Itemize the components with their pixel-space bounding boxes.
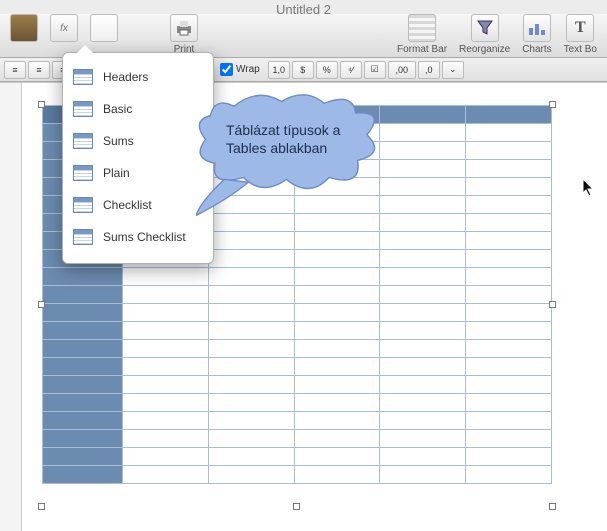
print-button[interactable]: Print <box>170 14 198 55</box>
reorganize-button[interactable]: Reorganize <box>459 14 510 55</box>
callout-line2: Tables ablakban <box>226 140 366 158</box>
textbox-button[interactable]: T Text Bo <box>564 14 597 55</box>
table-row[interactable] <box>43 376 552 394</box>
table-row[interactable] <box>43 322 552 340</box>
wrap-label: Wrap <box>236 64 260 75</box>
dec-dec[interactable]: ⌄ <box>442 61 464 79</box>
funnel-icon <box>471 14 499 42</box>
table-row[interactable] <box>43 358 552 376</box>
num-dec[interactable]: ,00 <box>388 61 416 79</box>
table-icon <box>73 69 93 85</box>
cols-btn[interactable]: ≡ <box>28 61 50 79</box>
table-row[interactable] <box>43 412 552 430</box>
table-row[interactable] <box>43 286 552 304</box>
dec-inc[interactable]: ,0 <box>418 61 440 79</box>
wrap-checkbox[interactable]: Wrap <box>220 63 260 76</box>
table-row[interactable] <box>43 394 552 412</box>
fx-icon: fx <box>50 14 78 42</box>
callout-line1: Táblázat típusok a <box>226 122 366 140</box>
num-exp[interactable]: ⁴⁄ <box>340 61 362 79</box>
num-1[interactable]: 1,0 <box>268 61 290 79</box>
menu-label: Basic <box>103 102 132 116</box>
window-title: Untitled 2 <box>0 0 607 14</box>
rows-btn[interactable]: ≡ <box>4 61 26 79</box>
mouse-cursor-icon <box>582 178 596 203</box>
table-icon <box>73 133 93 149</box>
printer-icon <box>170 14 198 42</box>
formatbar-button[interactable]: Format Bar <box>397 14 447 55</box>
sheet-button[interactable] <box>90 14 118 44</box>
tables-icon <box>10 14 38 42</box>
menu-headers[interactable]: Headers <box>69 61 207 93</box>
table-icon <box>73 229 93 245</box>
menu-label: Sums <box>103 134 134 148</box>
menu-plain[interactable]: Plain <box>69 157 207 189</box>
num-currency[interactable]: $ <box>292 61 314 79</box>
reorganize-label: Reorganize <box>459 44 510 55</box>
menu-label: Sums Checklist <box>103 230 186 244</box>
menu-label: Checklist <box>103 198 152 212</box>
charts-label: Charts <box>522 44 551 55</box>
table-icon <box>73 165 93 181</box>
formatbar-label: Format Bar <box>397 44 447 55</box>
table-row[interactable] <box>43 466 552 484</box>
table-row[interactable] <box>43 340 552 358</box>
num-misc[interactable]: ☑ <box>364 61 386 79</box>
table-row[interactable] <box>43 304 552 322</box>
table-row[interactable] <box>43 430 552 448</box>
menu-basic[interactable]: Basic <box>69 93 207 125</box>
menu-checklist[interactable]: Checklist <box>69 189 207 221</box>
sheet-icon <box>90 14 118 42</box>
num-percent[interactable]: % <box>316 61 338 79</box>
textbox-icon: T <box>566 14 594 42</box>
annotation-callout: Táblázat típusok a Tables ablakban <box>196 92 386 216</box>
menu-sums[interactable]: Sums <box>69 125 207 157</box>
table-icon <box>73 197 93 213</box>
charts-icon <box>523 14 551 42</box>
wrap-check-input[interactable] <box>220 63 233 76</box>
menu-label: Headers <box>103 70 148 84</box>
menu-label: Plain <box>103 166 130 180</box>
tables-menu: Headers Basic Sums Plain Checklist Sums … <box>62 52 214 264</box>
table-row[interactable] <box>43 268 552 286</box>
function-button[interactable]: fx <box>50 14 78 44</box>
textbox-label: Text Bo <box>564 44 597 55</box>
table-row[interactable] <box>43 448 552 466</box>
charts-button[interactable]: Charts <box>522 14 551 55</box>
menu-sumschecklist[interactable]: Sums Checklist <box>69 221 207 253</box>
ruler-vertical <box>0 83 22 531</box>
tables-button[interactable] <box>10 14 38 44</box>
formatbar-icon <box>408 14 436 42</box>
table-icon <box>73 101 93 117</box>
